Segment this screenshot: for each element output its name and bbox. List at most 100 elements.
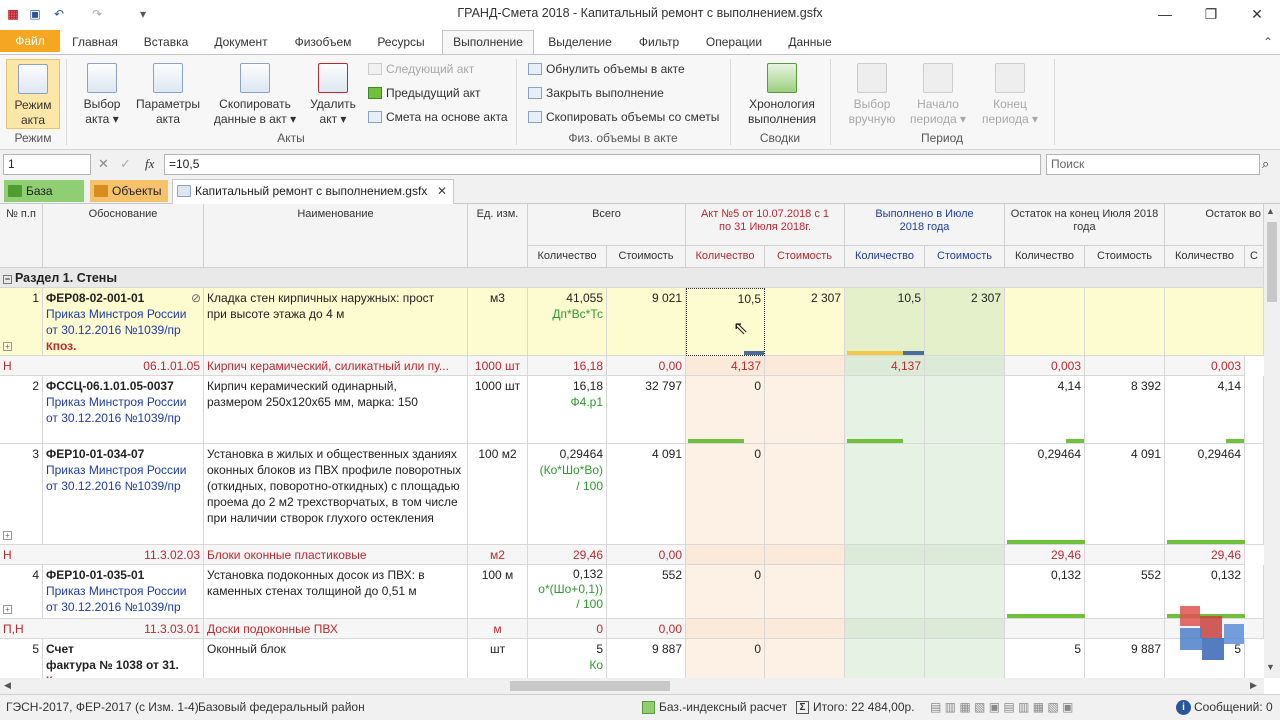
zero-icon [528,63,542,75]
scroll-left-icon[interactable]: ◀ [4,680,11,691]
group-period-label: Период [920,131,964,145]
prev-arrow-icon [368,87,382,99]
header-total-qty[interactable]: Количество [528,246,607,268]
tab-resources[interactable]: Ресурсы [368,31,434,54]
row-basis[interactable]: Счетфактура № 1038 от 31.К [43,639,204,678]
status-calc-method[interactable]: Баз.-индексный расчет [659,695,787,720]
header-done-qty[interactable]: Количество [845,246,925,268]
delete-act-button[interactable]: Удалить акт ▾ [306,63,360,127]
row-basis[interactable]: ФЕР10-01-034-07 Приказ Минстроя России от … [43,444,204,545]
horizontal-scrollbar[interactable]: ◀ ▶ [0,678,1264,694]
accept-icon[interactable]: ✓ [120,156,131,172]
tab-physvolume[interactable]: Физобъем [286,31,360,54]
tab-document[interactable]: Капитальный ремонт с выполнением.gsfx ✕ [172,179,454,204]
status-messages[interactable]: Сообщений: 0 [1194,695,1273,720]
header-rest-qty[interactable]: Количество [1005,246,1085,268]
scroll-down-icon[interactable]: ▼ [1266,662,1275,672]
copy-volumes-button[interactable]: Скопировать объемы со сметы [528,107,719,127]
status-region[interactable]: Базовый федеральный район [198,695,365,720]
header-unit[interactable]: Ед. изм. [468,204,528,268]
row-act-qty[interactable]: 0 [686,565,765,619]
attachment-icon[interactable]: ⊘ [191,290,201,306]
minimize-button[interactable]: — [1142,0,1188,28]
tab-filter[interactable]: Фильтр [628,31,690,54]
row-basis[interactable]: ФЕР10-01-035-01 Приказ Минстроя России от … [43,565,204,619]
close-button[interactable]: ✕ [1234,0,1280,28]
calendar-settings-icon [153,63,183,93]
header-total[interactable]: Всего [528,204,686,246]
chronology-button[interactable]: Хронология выполнения [740,63,824,127]
cell-reference-input[interactable]: 1 [3,154,91,175]
collapse-ribbon-icon[interactable]: ⌃ [1260,31,1276,54]
horizontal-scroll-thumb[interactable] [510,681,670,691]
expand-row-icon[interactable]: + [3,605,12,614]
resource-unit: м2 [468,545,528,565]
close-execution-button[interactable]: Закрыть выполнение [528,83,664,103]
row-act-qty-selected[interactable]: 10,5 [686,288,765,356]
close-tab-icon[interactable]: ✕ [437,180,447,202]
view-mode-icons[interactable]: ▤ ▥ ▦ ▧ ▣ ▤ ▥ ▦ ▧ ▣ [930,695,1073,720]
header-done[interactable]: Выполнено в Июле 2018 года [845,204,1005,246]
row-act-qty[interactable]: 0 [686,444,765,545]
row-rest-cost: 9 887 [1085,639,1165,678]
header-act-qty[interactable]: Количество [686,246,765,268]
tab-objects[interactable]: Объекты [90,180,168,202]
header-total-cost[interactable]: Стоимость [607,246,686,268]
expand-row-icon[interactable]: + [3,342,12,351]
formula-input[interactable]: =10,5 [164,154,1041,175]
estimate-from-act-button[interactable]: Смета на основе акта [368,107,508,127]
maximize-button[interactable]: ❐ [1188,0,1234,28]
header-done-cost[interactable]: Стоимость [925,246,1005,268]
row-rest-qty: 4,14 [1005,376,1085,444]
tab-insert[interactable]: Вставка [134,31,198,54]
function-icon[interactable]: fx [145,156,154,172]
zero-volumes-button[interactable]: Обнулить объемы в акте [528,59,685,79]
header-basis[interactable]: Обоснование [43,204,204,268]
search-icon[interactable]: ⌕ [1262,156,1269,172]
row-act-qty[interactable]: 0 [686,639,765,678]
row-basis[interactable]: ФССЦ-06.1.01.05-0037 Приказ Минстроя Росс… [43,376,204,444]
collapse-section-icon[interactable]: − [3,275,12,284]
scroll-right-icon[interactable]: ▶ [1250,680,1257,691]
vertical-scrollbar[interactable]: ▲ ▼ [1264,204,1280,678]
prev-act-button[interactable]: Предыдущий акт [368,83,481,103]
status-total[interactable]: Итого: 22 484,00р. [813,695,915,720]
header-name[interactable]: Наименование [204,204,468,268]
tab-file[interactable]: Файл [0,30,60,52]
manual-select-button[interactable]: Выбор вручную [840,63,904,127]
row-rest-cost: 552 [1085,565,1165,619]
window-title: ГРАНД-Смета 2018 - Капитальный ремонт с … [457,6,823,20]
tab-home[interactable]: Главная [64,31,126,54]
tab-data[interactable]: Данные [780,31,840,54]
vertical-scroll-thumb[interactable] [1267,222,1277,302]
period-end-button[interactable]: Конец периода ▾ [978,63,1042,127]
status-norms[interactable]: ГЭСН-2017, ФЕР-2017 (с Изм. 1-4) [6,695,199,720]
act-params-button[interactable]: Параметры акта [134,63,202,127]
calendar-icon [87,63,117,93]
section-row[interactable]: − Раздел 1. Стены [0,268,1264,288]
scroll-up-icon[interactable]: ▲ [1266,206,1275,216]
tab-operations[interactable]: Операции [698,31,770,54]
row-act-qty[interactable]: 0 [686,376,765,444]
act-mode-button[interactable]: Режим акта [6,59,60,129]
header-rest2-extra[interactable]: С [1245,246,1264,268]
tab-execution[interactable]: Выполнение [442,30,534,54]
header-act-cost[interactable]: Стоимость [765,246,845,268]
header-rest-cost[interactable]: Стоимость [1085,246,1165,268]
next-act-button[interactable]: Следующий акт [368,59,474,79]
tab-selection[interactable]: Выделение [542,31,618,54]
period-start-button[interactable]: Начало периода ▾ [906,63,970,127]
copy-data-to-act-button[interactable]: Скопировать данные в акт ▾ [212,63,298,127]
cancel-icon[interactable]: ✕ [98,156,109,172]
header-num[interactable]: № п.п [0,204,43,268]
search-input[interactable]: Поиск [1046,154,1260,175]
row-basis[interactable]: ФЕР08-02-001-01 Приказ Минстроя России о… [43,288,204,356]
tab-base[interactable]: База [4,180,84,202]
select-act-button[interactable]: Выбор акта ▾ [74,63,130,127]
header-rest2[interactable]: Остаток во [1165,204,1264,246]
tab-document[interactable]: Документ [206,31,276,54]
header-rest[interactable]: Остаток на конец Июля 2018 года [1005,204,1165,246]
header-rest2-qty[interactable]: Количество [1165,246,1245,268]
expand-row-icon[interactable]: + [3,531,12,540]
header-act[interactable]: Акт №5 от 10.07.2018 с 1 по 31 Июля 2018… [686,204,845,246]
